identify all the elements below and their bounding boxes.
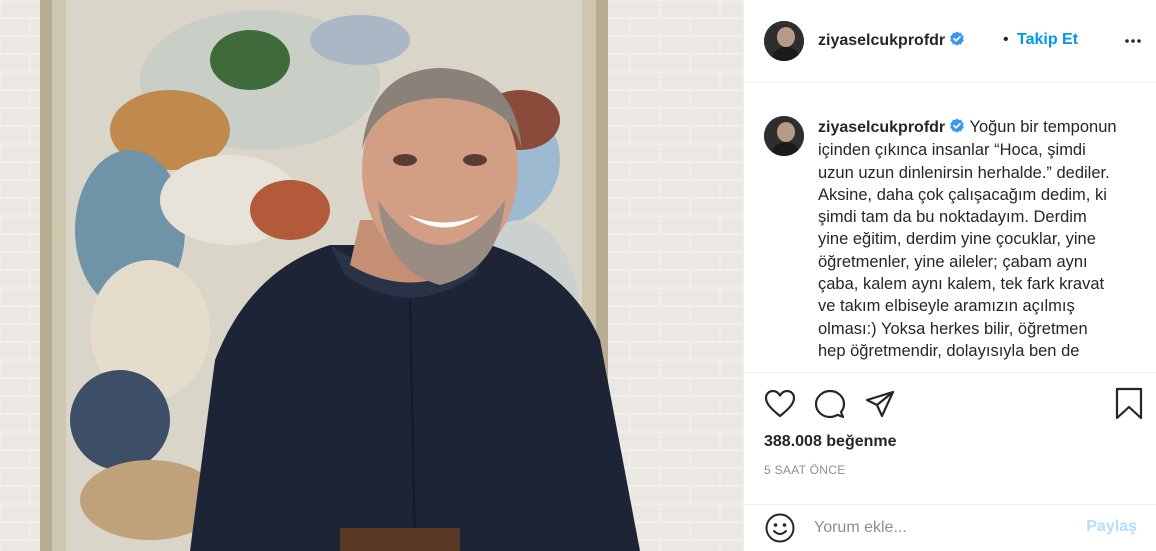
more-horizontal-icon (1125, 39, 1141, 43)
caption-body: ziyaselcukprofdr Yoğun bir temponun için… (818, 116, 1118, 362)
like-button[interactable] (764, 389, 796, 424)
like-count[interactable]: 388.008 beğenme (764, 433, 897, 451)
post-caption: ziyaselcukprofdr Yoğun bir temponun için… (818, 116, 1148, 371)
emoji-button[interactable] (764, 512, 796, 549)
author-username-text: ziyaselcukprofdr (818, 32, 946, 49)
avatar-image (764, 21, 804, 61)
post-comment-button[interactable]: Paylaş (1086, 518, 1137, 536)
caption-text: Yoğun bir temponun içinden çıkınca insan… (818, 118, 1117, 360)
heart-icon (764, 389, 796, 418)
author-avatar[interactable] (764, 21, 804, 61)
more-options-button[interactable] (1124, 33, 1142, 54)
verified-badge-icon (950, 118, 964, 133)
comment-icon (814, 389, 846, 419)
follow-separator: • (1003, 31, 1009, 48)
follow-button[interactable]: Takip Et (1017, 31, 1078, 49)
caption-avatar[interactable] (764, 116, 804, 156)
post-details-panel: ziyaselcukprofdr • Takip Et ziyaselcukpr… (743, 0, 1156, 551)
comment-form: Paylaş (744, 504, 1156, 551)
avatar-image (764, 116, 804, 156)
post-photo[interactable] (0, 0, 743, 551)
caption-username[interactable]: ziyaselcukprofdr (818, 119, 945, 136)
post-header: ziyaselcukprofdr • Takip Et (744, 0, 1156, 83)
save-button[interactable] (1114, 387, 1144, 426)
verified-badge-icon (950, 31, 964, 46)
share-button[interactable] (864, 389, 896, 424)
post-timestamp[interactable]: 5 SAAT ÖNCE (764, 463, 846, 477)
share-icon (865, 390, 895, 418)
emoji-icon (765, 513, 795, 543)
bookmark-icon (1115, 387, 1143, 420)
author-username[interactable]: ziyaselcukprofdr (818, 31, 965, 50)
comment-input[interactable] (814, 517, 1074, 539)
photo-illustration (0, 0, 743, 551)
post-actions: 388.008 beğenme 5 SAAT ÖNCE Paylaş (744, 372, 1156, 550)
comment-button[interactable] (814, 389, 846, 424)
